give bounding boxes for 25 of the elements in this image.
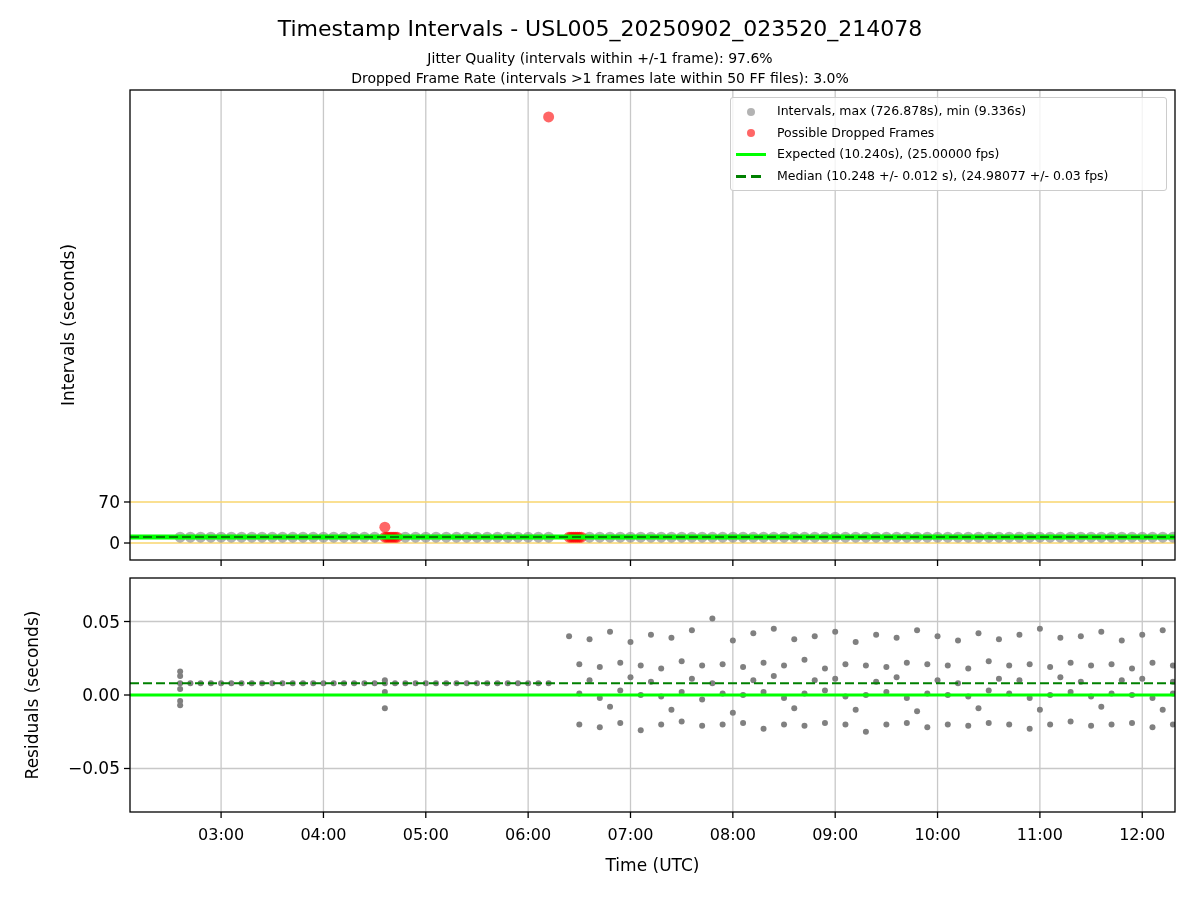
tick-label: 10:00 (914, 825, 961, 844)
axis-label: Intervals (seconds) (58, 243, 78, 407)
tick-label: 08:00 (709, 825, 756, 844)
tick-label: −0.05 (67, 758, 120, 779)
legend-label: Median (10.248 +/- 0.012 s), (24.98077 +/- 0.03 fps) (777, 166, 1109, 185)
tick-label: 03:00 (198, 825, 245, 844)
legend-label: Expected (10.240s), (25.00000 fps) (777, 145, 1000, 164)
tick-label: 06:00 (505, 825, 552, 844)
tick-label: 0 (109, 533, 120, 553)
tick-label: 0.00 (82, 685, 120, 705)
tick-label: 0.05 (82, 611, 120, 632)
axis-label: Residuals (seconds) (22, 610, 42, 780)
tick-label: 70 (98, 492, 120, 512)
axis-label: Time (UTC) (605, 855, 700, 875)
tick-label: 04:00 (300, 825, 347, 844)
chart-title: Timestamp Intervals - USL005_20250902_023520_214078 (277, 16, 923, 42)
tick-label: 11:00 (1016, 825, 1063, 844)
tick-label: 09:00 (812, 825, 859, 844)
legend-label: Intervals, max (726.878s), min (9.336s) (777, 102, 1027, 121)
tick-label: 12:00 (1119, 825, 1166, 844)
tick-label: 07:00 (607, 825, 654, 844)
legend-label: Possible Dropped Frames (777, 123, 935, 142)
chart-subtitle: Dropped Frame Rate (intervals >1 frames late within 50 FF files): 3.0% (351, 69, 849, 88)
tick-label: 05:00 (402, 825, 449, 844)
chart-subtitle: Jitter Quality (intervals within +/-1 frame): 97.6% (427, 49, 773, 68)
